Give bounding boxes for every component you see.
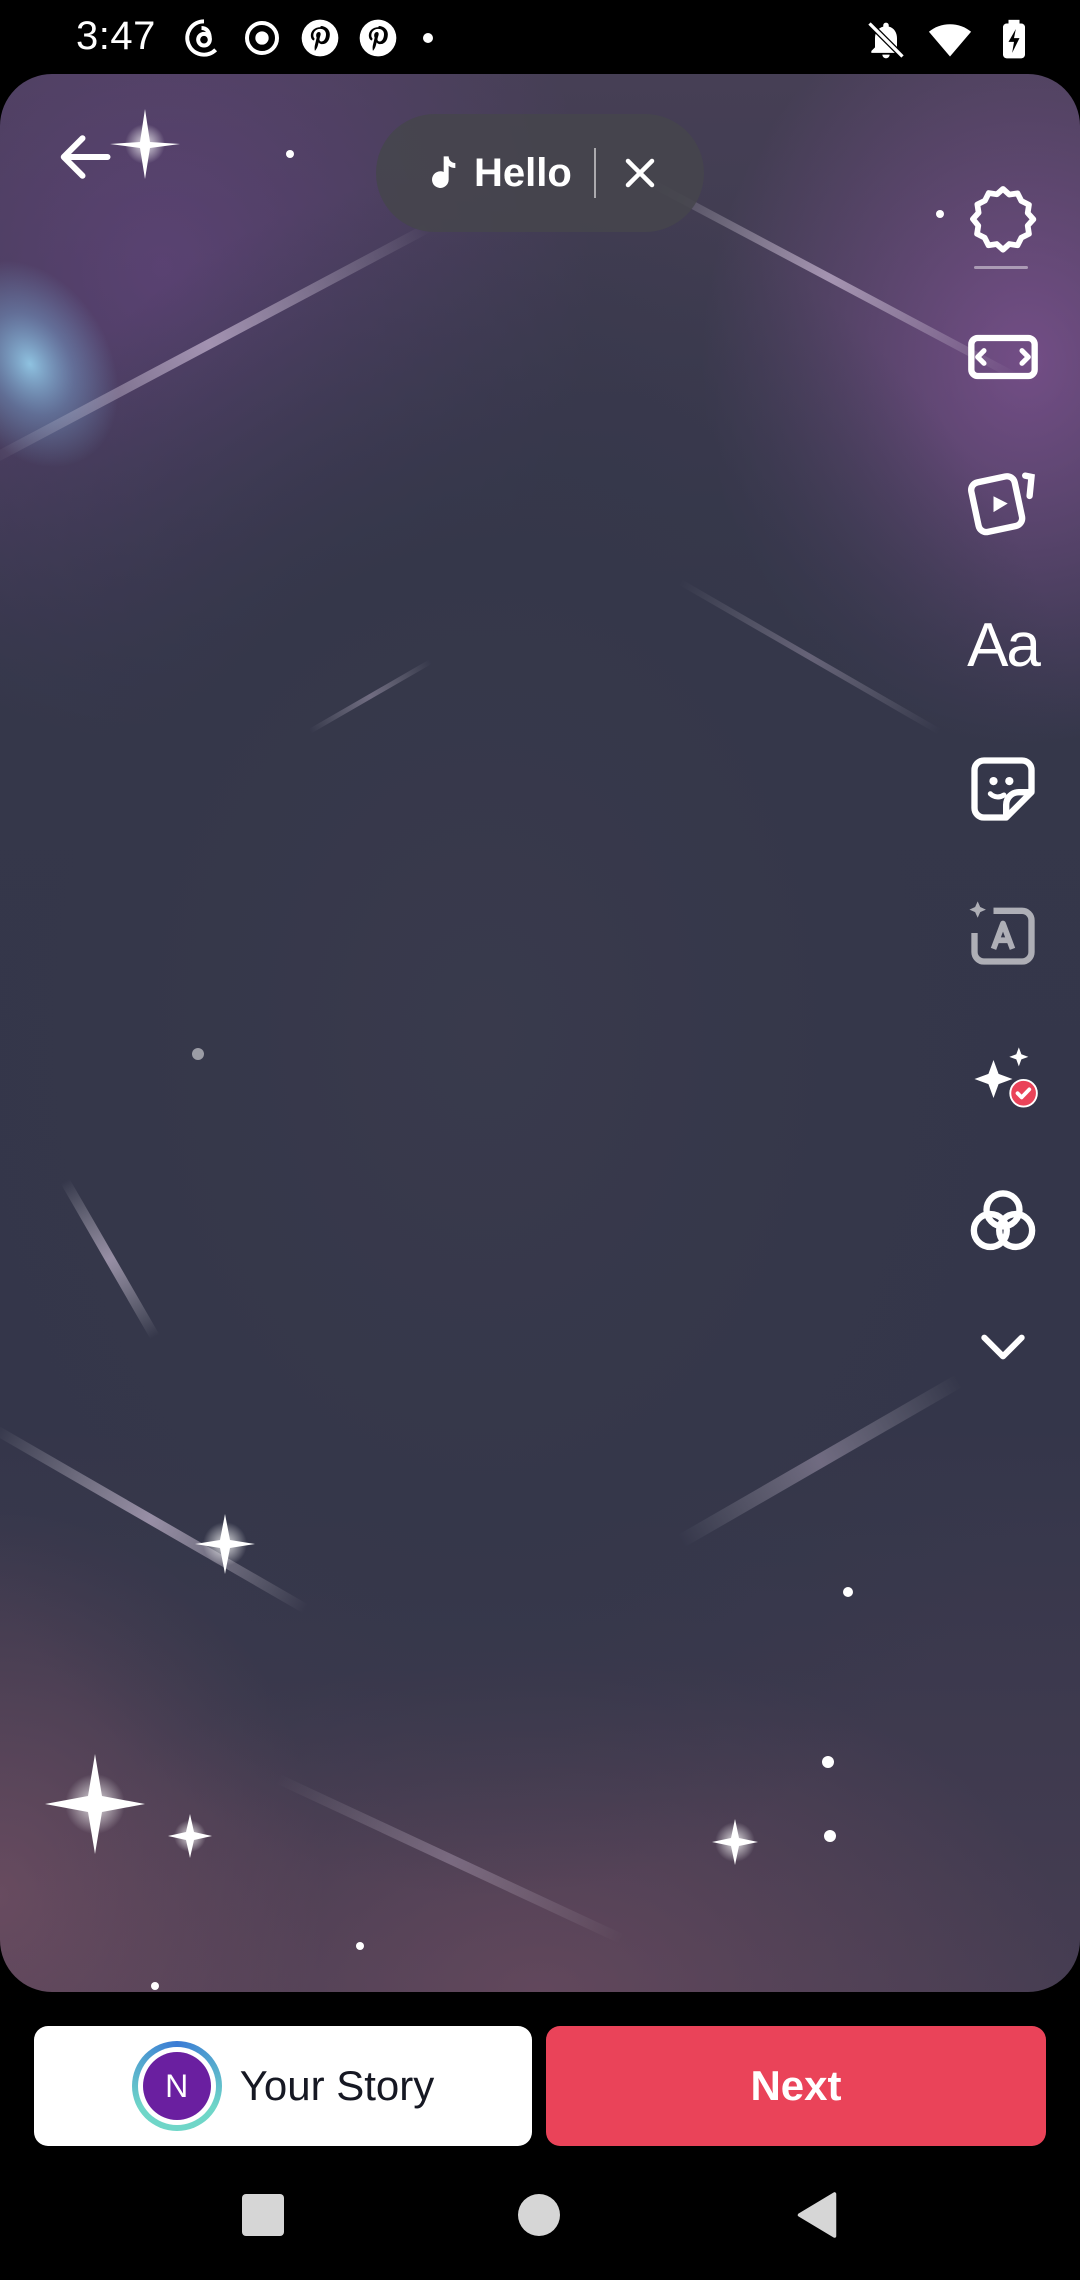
status-bar: 3:47 [0,0,1080,76]
close-icon[interactable] [622,155,658,191]
threads-icon [185,19,218,57]
divider [593,148,596,198]
status-time: 3:47 [76,14,156,58]
chevron-down-icon [981,1334,1025,1360]
more-tools-toggle[interactable] [960,1304,1046,1390]
enhance-tool[interactable] [960,1036,1046,1122]
your-story-button[interactable]: N Your Story [34,2026,532,2146]
music-chip[interactable]: Hello [376,114,704,232]
templates-tool[interactable] [960,458,1046,544]
nav-back-button[interactable] [796,2190,838,2240]
video-cards-icon [968,472,1035,536]
aspect-ratio-tool[interactable] [960,314,1046,400]
avatar: N [131,2041,222,2131]
pinterest-icon [359,19,397,57]
bell-off-icon [867,21,905,59]
your-story-label: Your Story [239,2062,435,2109]
filters-circles-icon [970,1190,1036,1251]
music-note-icon [432,156,456,188]
system-icons [864,18,1036,62]
arrow-left-icon [60,135,111,179]
wifi-icon [928,24,972,57]
pinterest-icon [301,19,339,57]
sticker-tool[interactable] [960,746,1046,832]
music-title: Hello [474,150,572,195]
sticker-icon [971,757,1035,821]
text-tool[interactable]: Aa [960,602,1046,688]
back-button[interactable] [52,124,118,190]
auto-captions-tool[interactable] [960,890,1046,976]
settings-tool[interactable] [960,176,1046,262]
toolbar-divider [974,266,1028,269]
sparkle-background [0,109,1018,1990]
home-button[interactable] [518,2194,560,2236]
sparkle-enhance-icon [974,1047,1038,1108]
avatar-letter: N [142,2052,211,2120]
story-canvas[interactable]: Hello Aa [0,74,1080,1992]
captions-icon [969,901,1035,965]
filters-tool[interactable] [960,1178,1046,1264]
next-button[interactable]: Next [546,2026,1046,2146]
more-dot-icon [423,33,433,43]
settings-gear-icon [970,186,1037,253]
battery-charging-icon [1003,19,1025,59]
text-tool-label: Aa [967,610,1041,680]
record-icon [245,21,279,55]
recent-apps-button[interactable] [242,2194,284,2236]
notification-icons [184,18,440,58]
aspect-ratio-icon [968,334,1038,380]
